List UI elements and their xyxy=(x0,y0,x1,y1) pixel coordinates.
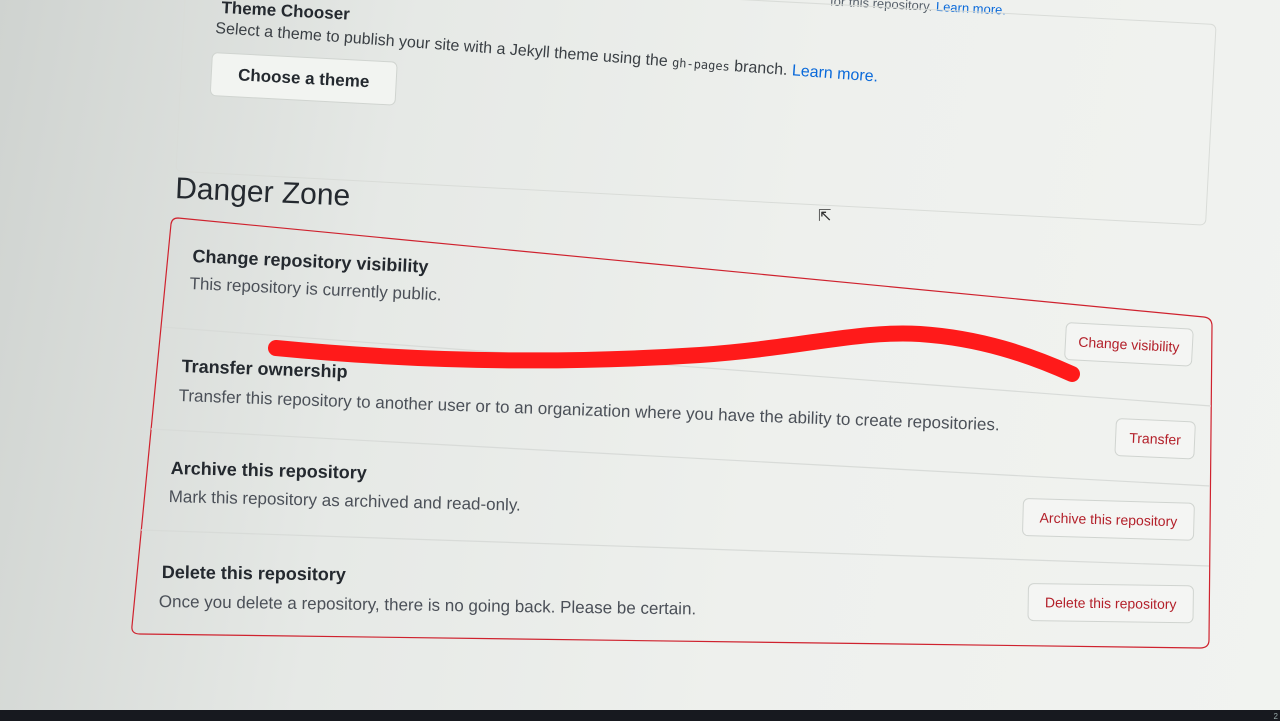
taskbar: 2 xyxy=(0,710,1280,721)
mouse-cursor-icon: ⇱ xyxy=(818,208,832,225)
branch-name: gh-pages xyxy=(671,55,731,74)
theme-desc-suffix: branch. xyxy=(733,58,789,79)
delete-repository-button[interactable]: Delete this repository xyxy=(1027,583,1194,624)
archive-repository-button[interactable]: Archive this repository xyxy=(1021,498,1195,541)
red-strikethrough-line xyxy=(268,325,1080,382)
danger-zone-title: Danger Zone xyxy=(174,172,351,213)
change-visibility-button[interactable]: Change visibility xyxy=(1064,322,1194,367)
visibility-description: This repository is currently public. xyxy=(189,274,443,305)
taskbar-clock: 2 xyxy=(1273,712,1278,721)
delete-description: Once you delete a repository, there is n… xyxy=(158,592,697,619)
visibility-title: Change repository visibility xyxy=(192,246,429,277)
screen: for this repository. Learn more. Theme C… xyxy=(0,0,1280,710)
transfer-description: Transfer this repository to another user… xyxy=(178,386,1000,435)
transfer-title: Transfer ownership xyxy=(181,356,348,382)
archive-description: Mark this repository as archived and rea… xyxy=(168,487,522,515)
transfer-button[interactable]: Transfer xyxy=(1114,418,1196,460)
delete-title: Delete this repository xyxy=(161,562,347,585)
archive-title: Archive this repository xyxy=(170,458,368,483)
